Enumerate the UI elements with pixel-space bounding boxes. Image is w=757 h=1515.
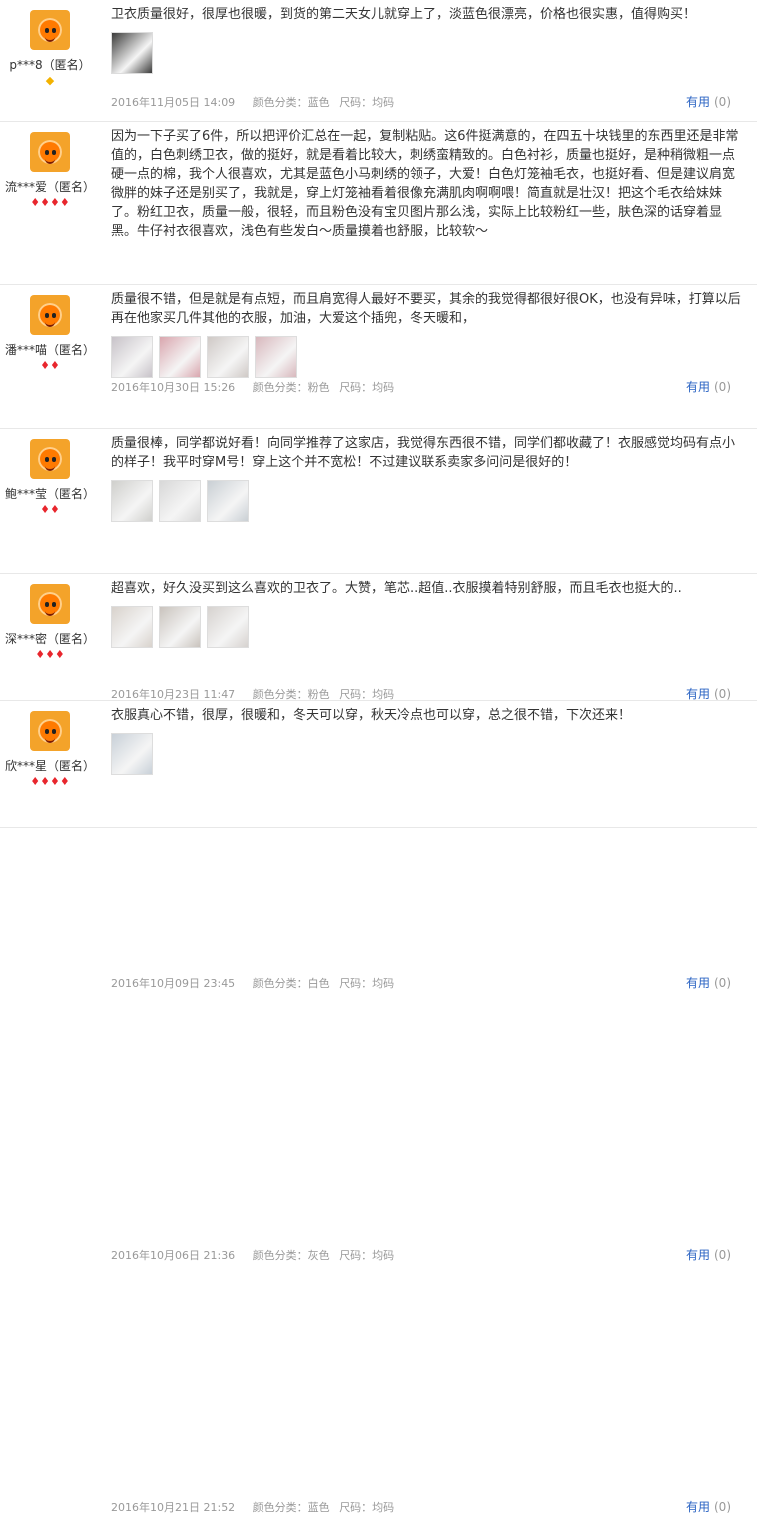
- reviewer-level-badge: ◆: [45, 74, 55, 87]
- review-date: 2016年10月06日 21:36: [111, 1249, 236, 1262]
- avatar[interactable]: [30, 10, 70, 50]
- reviewer-name: 流***爱（匿名）: [4, 180, 95, 194]
- sku-size: 尺码：均码: [339, 977, 395, 990]
- sku-size: 尺码：均码: [339, 96, 395, 109]
- review-photo-thumb[interactable]: [207, 606, 249, 648]
- review-photos: [111, 733, 743, 775]
- avatar[interactable]: [30, 584, 70, 624]
- review-photos: [111, 480, 743, 522]
- review-text: 因为一下子买了6件，所以把评价汇总在一起，复制粘贴。这6件挺满意的，在四五十块钱…: [111, 129, 739, 239]
- review-content: 超喜欢，好久没买到这么喜欢的卫衣了。大赞，笔芯..超值..衣服摸着特别舒服，而且…: [111, 574, 743, 648]
- useful-vote[interactable]: 有用 (0): [686, 974, 731, 991]
- review-photo-thumb[interactable]: [111, 733, 153, 775]
- review-photo-thumb[interactable]: [255, 336, 297, 378]
- avatar[interactable]: [30, 439, 70, 479]
- review-photos: [111, 606, 743, 648]
- review-text: 质量很不错，但是就是有点短，而且肩宽得人最好不要买，其余的我觉得都很好很OK，也…: [111, 292, 741, 326]
- useful-count: (0): [714, 1500, 731, 1514]
- review-item: p***8（匿名） ◆ 卫衣质量很好，很厚也很暖，到货的第二天女儿就穿上了，淡蓝…: [0, 0, 757, 122]
- review-meta: 2016年10月21日 21:52 颜色分类：蓝色 尺码：均码: [111, 1499, 408, 1515]
- reviewer: 深***密（匿名） ♦♦♦: [0, 574, 100, 661]
- review-photos: [111, 336, 743, 378]
- useful-vote[interactable]: 有用 (0): [686, 93, 731, 110]
- review-photo-thumb[interactable]: [207, 480, 249, 522]
- reviewer-level-badge: ♦♦: [40, 503, 60, 516]
- useful-button[interactable]: 有用: [686, 95, 710, 109]
- review-photo-thumb[interactable]: [159, 480, 201, 522]
- reviewer: 潘***喵（匿名） ♦♦: [0, 285, 100, 372]
- review-photo-thumb[interactable]: [111, 480, 153, 522]
- reviewer: 流***爱（匿名） ♦♦♦♦: [0, 122, 100, 209]
- review-content: 因为一下子买了6件，所以把评价汇总在一起，复制粘贴。这6件挺满意的，在四五十块钱…: [111, 122, 743, 241]
- sku-size: 尺码：均码: [339, 1249, 395, 1262]
- reviewer-level-badge: ♦♦♦♦: [30, 775, 70, 788]
- review-photo-thumb[interactable]: [111, 606, 153, 648]
- reviewer-level-badge: ♦♦♦♦: [30, 196, 70, 209]
- sku-color: 颜色分类：蓝色: [252, 1501, 330, 1514]
- review-meta: 2016年10月09日 23:45 颜色分类：白色 尺码：均码: [111, 975, 408, 991]
- reviewer-level-badge: ♦♦: [40, 359, 60, 372]
- reviewer-name: p***8（匿名）: [9, 58, 91, 72]
- useful-button[interactable]: 有用: [686, 976, 710, 990]
- review-text: 衣服真心不错，很厚，很暖和，冬天可以穿，秋天冷点也可以穿，总之很不错，下次还来！: [111, 708, 632, 723]
- useful-count: (0): [714, 1248, 731, 1262]
- useful-button[interactable]: 有用: [686, 1248, 710, 1262]
- reviewer-name: 欣***星（匿名）: [4, 759, 95, 773]
- review-text: 质量很棒，同学都说好看！向同学推荐了这家店，我觉得东西很不错，同学们都收藏了！衣…: [111, 436, 736, 470]
- useful-vote[interactable]: 有用 (0): [686, 1498, 731, 1515]
- sku-size: 尺码：均码: [339, 1501, 395, 1514]
- review-text: 超喜欢，好久没买到这么喜欢的卫衣了。大赞，笔芯..超值..衣服摸着特别舒服，而且…: [111, 581, 682, 596]
- review-photo-thumb[interactable]: [159, 336, 201, 378]
- reviewer: 欣***星（匿名） ♦♦♦♦: [0, 701, 100, 788]
- sku-color: 颜色分类：蓝色: [252, 96, 330, 109]
- review-item: 深***密（匿名） ♦♦♦ 超喜欢，好久没买到这么喜欢的卫衣了。大赞，笔芯..超…: [0, 574, 757, 1262]
- review-photos: [111, 32, 743, 74]
- reviewer-level-badge: ♦♦♦: [35, 648, 65, 661]
- reviewer-name: 深***密（匿名）: [4, 632, 95, 646]
- review-content: 质量很不错，但是就是有点短，而且肩宽得人最好不要买，其余的我觉得都很好很OK，也…: [111, 285, 743, 378]
- useful-button[interactable]: 有用: [686, 1500, 710, 1514]
- review-meta: 2016年10月06日 21:36 颜色分类：灰色 尺码：均码: [111, 1247, 408, 1263]
- review-item: 鲍***莹（匿名） ♦♦ 质量很棒，同学都说好看！向同学推荐了这家店，我觉得东西…: [0, 429, 757, 990]
- review-item: 潘***喵（匿名） ♦♦ 质量很不错，但是就是有点短，而且肩宽得人最好不要买，其…: [0, 285, 757, 701]
- avatar[interactable]: [30, 711, 70, 751]
- reviewer-name: 鲍***莹（匿名）: [4, 487, 95, 501]
- reviewer: p***8（匿名） ◆: [0, 0, 100, 87]
- review-item: 欣***星（匿名） ♦♦♦♦ 衣服真心不错，很厚，很暖和，冬天可以穿，秋天冷点也…: [0, 701, 757, 1514]
- review-photo-thumb[interactable]: [111, 32, 153, 74]
- sku-color: 颜色分类：灰色: [252, 1249, 330, 1262]
- review-content: 卫衣质量很好，很厚也很暖，到货的第二天女儿就穿上了，淡蓝色很漂亮，价格也很实惠，…: [111, 0, 743, 74]
- review-content: 衣服真心不错，很厚，很暖和，冬天可以穿，秋天冷点也可以穿，总之很不错，下次还来！: [111, 701, 743, 775]
- review-text: 卫衣质量很好，很厚也很暖，到货的第二天女儿就穿上了，淡蓝色很漂亮，价格也很实惠，…: [111, 7, 697, 22]
- useful-count: (0): [714, 976, 731, 990]
- useful-vote[interactable]: 有用 (0): [686, 1246, 731, 1263]
- useful-count: (0): [714, 95, 731, 109]
- review-item: 流***爱（匿名） ♦♦♦♦ 因为一下子买了6件，所以把评价汇总在一起，复制粘贴…: [0, 122, 757, 394]
- review-meta: 2016年11月05日 14:09 颜色分类：蓝色 尺码：均码: [111, 94, 408, 110]
- avatar[interactable]: [30, 295, 70, 335]
- review-photo-thumb[interactable]: [159, 606, 201, 648]
- review-photo-thumb[interactable]: [207, 336, 249, 378]
- review-date: 2016年11月05日 14:09: [111, 96, 236, 109]
- reviewer: 鲍***莹（匿名） ♦♦: [0, 429, 100, 516]
- review-photo-thumb[interactable]: [111, 336, 153, 378]
- sku-color: 颜色分类：白色: [252, 977, 330, 990]
- review-date: 2016年10月09日 23:45: [111, 977, 236, 990]
- avatar[interactable]: [30, 132, 70, 172]
- reviewer-name: 潘***喵（匿名）: [4, 343, 95, 357]
- review-content: 质量很棒，同学都说好看！向同学推荐了这家店，我觉得东西很不错，同学们都收藏了！衣…: [111, 429, 743, 522]
- review-date: 2016年10月21日 21:52: [111, 1501, 236, 1514]
